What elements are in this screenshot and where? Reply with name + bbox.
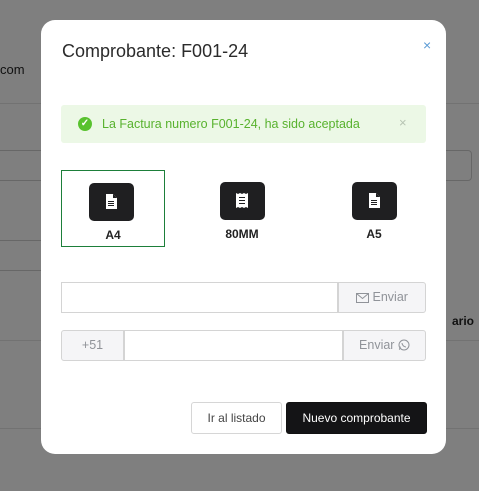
format-option-a5[interactable]: A5 xyxy=(323,170,425,245)
format-option-a4[interactable]: A4 xyxy=(61,170,165,247)
whatsapp-row: +51 Enviar xyxy=(61,330,426,361)
email-row: Enviar xyxy=(61,282,426,313)
whatsapp-send-label: Enviar xyxy=(359,338,395,352)
modal-title: Comprobante: F001-24 xyxy=(62,41,249,61)
email-send-button[interactable]: Enviar xyxy=(338,282,426,313)
format-option-80mm[interactable]: 80MM xyxy=(191,170,293,245)
format-label: A4 xyxy=(105,228,121,242)
document-icon xyxy=(89,183,134,221)
voucher-modal: Comprobante: F001-24 × ✓ La Factura nume… xyxy=(41,20,446,454)
go-to-list-button[interactable]: Ir al listado xyxy=(191,402,282,434)
success-alert: ✓ La Factura numero F001-24, ha sido ace… xyxy=(61,105,426,143)
envelope-icon xyxy=(356,293,370,303)
phone-prefix: +51 xyxy=(61,330,124,361)
alert-close-icon[interactable]: × xyxy=(399,115,407,130)
new-voucher-button[interactable]: Nuevo comprobante xyxy=(286,402,427,434)
close-icon[interactable]: × xyxy=(423,37,431,53)
format-label: 80MM xyxy=(225,227,259,241)
format-label: A5 xyxy=(366,227,382,241)
phone-input[interactable] xyxy=(124,330,343,361)
check-circle-icon: ✓ xyxy=(78,117,92,131)
whatsapp-icon xyxy=(398,339,410,351)
receipt-icon xyxy=(220,182,265,220)
whatsapp-send-button[interactable]: Enviar xyxy=(343,330,426,361)
document-icon xyxy=(352,182,397,220)
alert-message: La Factura numero F001-24, ha sido acept… xyxy=(102,117,360,131)
email-send-label: Enviar xyxy=(372,290,408,304)
email-input[interactable] xyxy=(61,282,338,313)
